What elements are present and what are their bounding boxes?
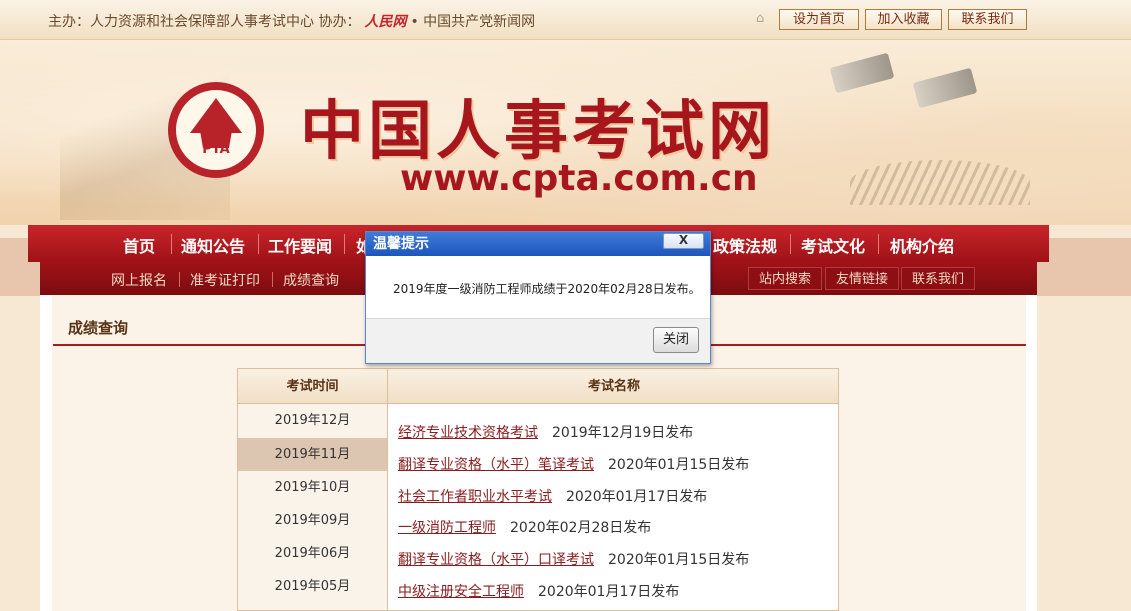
exam-row: 社会工作者职业水平考试 2020年01月17日发布 [398, 486, 707, 506]
month-list: 2019年12月 2019年11月 2019年10月 2019年09月 2019… [238, 404, 387, 610]
emblem-roof-icon [190, 98, 242, 148]
nav-notices[interactable]: 通知公告 [181, 233, 245, 257]
column-divider [387, 369, 388, 610]
subnav-divider [179, 272, 180, 287]
top-bar: 主办：人力资源和社会保障部人事考试中心 协办： 人民网 • 中国共产党新闻网 ⌂ 设… [0, 0, 1131, 40]
home-icon: ⌂ [756, 11, 765, 26]
nav-home[interactable]: 首页 [123, 233, 155, 257]
dialog-title-text: 温馨提示 [373, 236, 429, 252]
stadium-decoration [850, 160, 1030, 205]
exam-link[interactable]: 经济专业技术资格考试 [398, 425, 538, 441]
score-table: 考试时间 考试名称 2019年12月 2019年11月 2019年10月 201… [237, 368, 839, 611]
nav-policies[interactable]: 政策法规 [713, 233, 777, 257]
close-button[interactable]: 关闭 [653, 327, 699, 353]
publish-date: 2020年02月28日发布 [510, 520, 652, 536]
friendly-links-button[interactable]: 友情链接 [825, 267, 900, 290]
dialog-title: 温馨提示 X [366, 232, 710, 256]
add-favorite-button[interactable]: 加入收藏 [865, 9, 942, 30]
month-item[interactable]: 2019年09月 [238, 504, 387, 537]
subnav-online-registration[interactable]: 网上报名 [111, 270, 167, 290]
nav-divider [344, 234, 345, 254]
exam-link[interactable]: 社会工作者职业水平考试 [398, 489, 552, 505]
exam-link[interactable]: 翻译专业资格（水平）口译考试 [398, 552, 594, 568]
sponsor-text: 主办：人力资源和社会保障部人事考试中心 协办： [48, 14, 361, 30]
page-title: 成绩查询 [68, 319, 129, 337]
exam-row: 翻译专业资格（水平）口译考试 2020年01月15日发布 [398, 549, 749, 569]
month-item[interactable]: 2019年06月 [238, 537, 387, 570]
header-exam-time: 考试时间 [238, 369, 387, 404]
partner-text: • 中国共产党新闻网 [410, 14, 536, 30]
dialog-footer: 关闭 [366, 319, 710, 363]
month-item-active[interactable]: 2019年11月 [238, 438, 387, 471]
pta-emblem-icon: PTA [168, 82, 264, 178]
exam-link[interactable]: 中级注册安全工程师 [398, 584, 524, 600]
subnav-contact-button[interactable]: 联系我们 [901, 267, 976, 290]
site-search-button[interactable]: 站内搜索 [748, 267, 823, 290]
publish-date: 2020年01月17日发布 [538, 584, 680, 600]
exam-link[interactable]: 一级消防工程师 [398, 520, 496, 536]
publish-date: 2020年01月15日发布 [608, 457, 750, 473]
emblem-text: PTA [202, 142, 230, 157]
exam-row: 中级注册安全工程师 2020年01月17日发布 [398, 581, 679, 601]
notice-dialog: 温馨提示 X 2019年度一级消防工程师成绩于2020年02月28日发布。 关闭 [365, 231, 711, 364]
subnav-divider [272, 272, 273, 287]
exam-row: 翻译专业资格（水平）笔译考试 2020年01月15日发布 [398, 454, 749, 474]
publish-date: 2020年01月17日发布 [566, 489, 708, 505]
satellite-icon [829, 52, 895, 94]
nav-divider [878, 234, 879, 254]
site-url: www.cpta.com.cn [400, 158, 758, 199]
nav-divider [171, 234, 172, 254]
nav-about[interactable]: 机构介绍 [890, 233, 954, 257]
subnav-score-query[interactable]: 成绩查询 [283, 270, 339, 290]
sponsor-info: 主办：人力资源和社会保障部人事考试中心 协办： 人民网 • 中国共产党新闻网 [48, 11, 535, 31]
exam-row: 一级消防工程师 2020年02月28日发布 [398, 517, 651, 537]
exam-row: 经济专业技术资格考试 2019年12月19日发布 [398, 422, 693, 442]
dialog-body: 2019年度一级消防工程师成绩于2020年02月28日发布。 [366, 256, 710, 319]
exam-link[interactable]: 翻译专业资格（水平）笔译考试 [398, 457, 594, 473]
publish-date: 2020年01月15日发布 [608, 552, 750, 568]
header-exam-name: 考试名称 [388, 369, 838, 404]
nav-divider [258, 234, 259, 254]
spacecraft-icon [912, 67, 978, 109]
set-homepage-button[interactable]: 设为首页 [779, 9, 859, 30]
month-item[interactable]: 2019年12月 [238, 404, 387, 437]
publish-date: 2019年12月19日发布 [552, 425, 694, 441]
nav-news[interactable]: 工作要闻 [268, 233, 332, 257]
month-item[interactable]: 2019年05月 [238, 570, 387, 603]
dialog-message: 2019年度一级消防工程师成绩于2020年02月28日发布。 [393, 282, 701, 296]
subnav-admission-ticket[interactable]: 准考证打印 [190, 270, 260, 290]
people-daily-logo: 人民网 [364, 14, 407, 30]
close-icon[interactable]: X [663, 233, 704, 249]
nav-culture[interactable]: 考试文化 [801, 233, 865, 257]
month-item[interactable]: 2019年10月 [238, 471, 387, 504]
nav-divider [790, 234, 791, 254]
contact-us-button[interactable]: 联系我们 [948, 9, 1027, 30]
